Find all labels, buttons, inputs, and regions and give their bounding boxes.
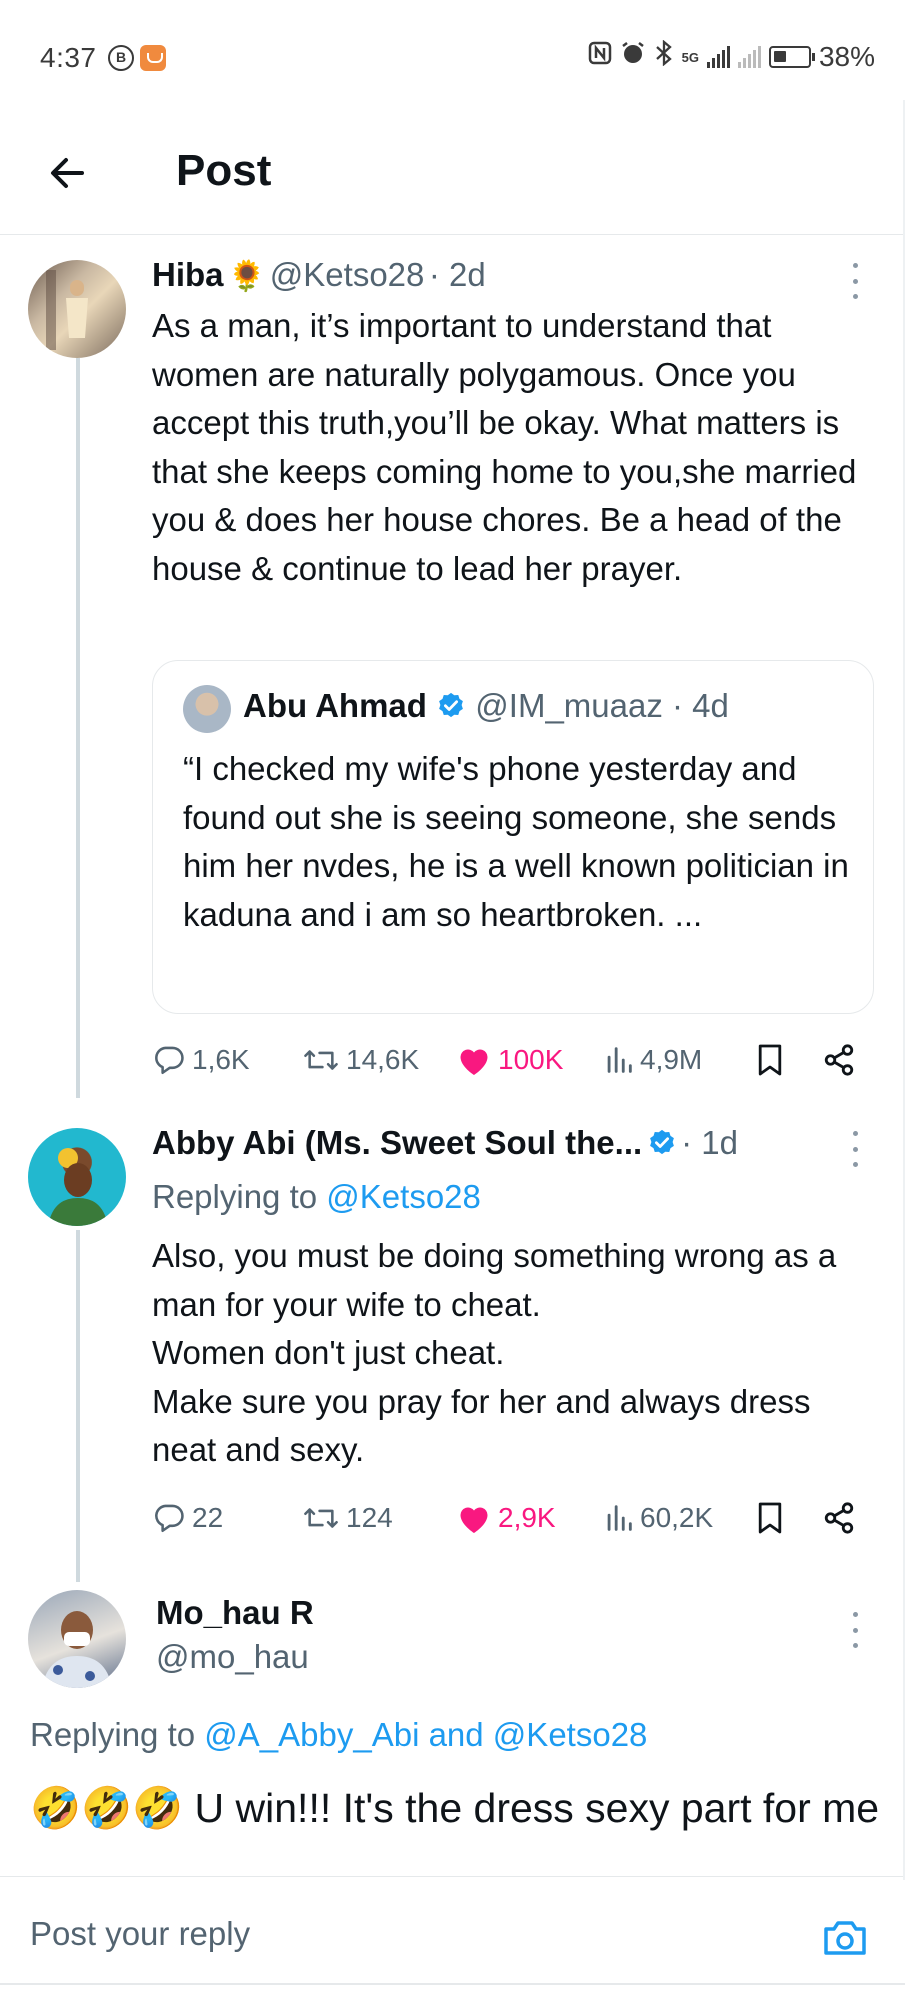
reply-composer: Post your reply (0, 1876, 905, 1999)
bookmark-icon (758, 1502, 782, 1534)
more-options-icon[interactable] (850, 263, 860, 299)
share-button[interactable] (822, 1498, 856, 1538)
quoted-post-time: · 4d (672, 687, 729, 724)
share-button[interactable] (822, 1040, 856, 1080)
status-bar: 4:37 B 5G 38% (0, 0, 905, 110)
back-arrow-icon[interactable] (42, 148, 92, 198)
quoted-author-name: Abu Ahmad (243, 687, 427, 724)
bluetooth-icon (654, 39, 674, 74)
tweet-text: Also, you must be doing something wrong … (152, 1237, 837, 1468)
bookmark-button[interactable] (756, 1040, 784, 1080)
tweet-header: Hiba 🌻 @Ketso28 · 2d (152, 256, 486, 294)
author-name[interactable]: Abby Abi (Ms. Sweet Soul the... (152, 1124, 642, 1161)
reply-icon (155, 1504, 184, 1533)
repost-button[interactable]: 124 (302, 1498, 393, 1538)
like-button[interactable]: 2,9K (456, 1498, 556, 1538)
replying-to-link[interactable]: @A_Abby_Abi and @Ketso28 (204, 1716, 647, 1753)
replying-to: Replying to @A_Abby_Abi and @Ketso28 (30, 1716, 647, 1754)
author-name[interactable]: Hiba (152, 256, 224, 293)
replying-to-label: Replying to (152, 1178, 318, 1215)
like-count: 100K (498, 1044, 564, 1075)
replying-to: Replying to @Ketso28 (152, 1178, 481, 1216)
repost-icon (304, 1508, 338, 1528)
bookmark-icon (758, 1044, 782, 1076)
verified-badge-icon (649, 1129, 674, 1155)
views-count: 60,2K (640, 1502, 714, 1533)
more-options-icon[interactable] (850, 1612, 860, 1648)
nfc-icon (588, 41, 612, 73)
quoted-post-text: “I checked my wife's phone yesterday and… (183, 750, 849, 933)
network-type-icon: 5G (681, 49, 699, 65)
signal-strength-secondary-icon (737, 46, 761, 68)
battery-percent: 38% (818, 41, 875, 72)
repost-button[interactable]: 14,6K (302, 1040, 419, 1080)
share-icon (824, 1044, 854, 1076)
author-handle[interactable]: @Ketso28 (270, 256, 425, 293)
heart-filled-icon (460, 1507, 488, 1533)
author-name[interactable]: Mo_hau R (156, 1594, 314, 1632)
verified-badge-icon (439, 692, 463, 718)
post-time: · 1d (681, 1124, 738, 1161)
more-options-icon[interactable] (850, 1131, 860, 1167)
thread-connector (76, 358, 80, 1098)
post-time: · 2d (428, 256, 486, 293)
views-button[interactable]: 4,9M (604, 1040, 702, 1080)
avatar[interactable] (28, 1590, 126, 1688)
app-header: Post (0, 110, 905, 235)
thread-connector (76, 1230, 80, 1582)
reply-button[interactable]: 22 (152, 1498, 223, 1538)
like-count: 2,9K (498, 1502, 556, 1533)
views-bar-icon (607, 1505, 632, 1531)
page-title: Post (176, 146, 272, 195)
views-button[interactable]: 60,2K (604, 1498, 713, 1538)
repost-count: 124 (346, 1502, 393, 1533)
replying-to-link[interactable]: @Ketso28 (326, 1178, 481, 1215)
author-handle[interactable]: @mo_hau (156, 1638, 309, 1676)
avatar (183, 685, 231, 733)
views-count: 4,9M (640, 1044, 703, 1075)
b-badge-icon: B (108, 45, 134, 71)
sunflower-emoji: 🌻 (227, 260, 266, 293)
quoted-author-handle: @IM_muaaz (475, 687, 663, 724)
camera-icon[interactable] (820, 1913, 870, 1963)
avatar[interactable] (28, 1128, 126, 1226)
like-button[interactable]: 100K (456, 1040, 563, 1080)
avatar[interactable] (28, 260, 126, 358)
views-bar-icon (607, 1047, 632, 1073)
reply-icon (155, 1046, 184, 1075)
heart-filled-icon (460, 1049, 488, 1075)
reply-count: 1,6K (192, 1044, 250, 1075)
status-time: 4:37 (40, 42, 97, 73)
repost-count: 14,6K (346, 1044, 420, 1075)
reply-count: 22 (192, 1502, 224, 1533)
replying-to-label: Replying to (30, 1716, 196, 1753)
tweet-header: Abby Abi (Ms. Sweet Soul the... · 1d (152, 1124, 738, 1162)
shield-notification-icon (140, 45, 166, 71)
quoted-post[interactable]: Abu Ahmad @IM_muaaz · 4d “I checked my w… (152, 660, 874, 1014)
post-actions: 22 124 2,9K 60,2K (152, 1498, 862, 1538)
bookmark-button[interactable] (756, 1498, 784, 1538)
reply-input[interactable]: Post your reply (30, 1915, 250, 1953)
divider (0, 1983, 905, 1985)
repost-icon (304, 1050, 338, 1070)
signal-strength-icon (706, 46, 730, 68)
tweet-text: As a man, it’s important to understand t… (152, 307, 866, 587)
post-actions: 1,6K 14,6K 100K 4,9M (152, 1040, 862, 1080)
focused-tweet-text: 🤣🤣🤣 U win!!! It's the dress sexy part fo… (30, 1785, 880, 1831)
share-icon (824, 1502, 854, 1534)
reply-button[interactable]: 1,6K (152, 1040, 250, 1080)
battery-icon (768, 46, 815, 68)
alarm-icon (620, 40, 646, 74)
